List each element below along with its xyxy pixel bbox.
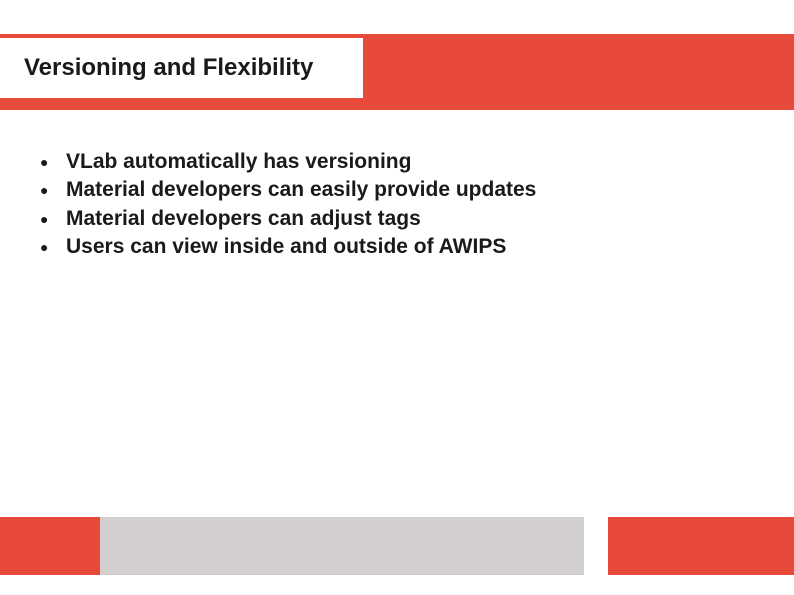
list-item: VLab automatically has versioning <box>36 148 754 176</box>
slide-content: VLab automatically has versioning Materi… <box>36 148 754 261</box>
list-item: Material developers can easily provide u… <box>36 176 754 204</box>
title-block: Versioning and Flexibility <box>0 38 363 98</box>
slide-title: Versioning and Flexibility <box>24 54 313 82</box>
list-item: Material developers can adjust tags <box>36 205 754 233</box>
list-item: Users can view inside and outside of AWI… <box>36 233 754 261</box>
footer-muted <box>100 517 584 575</box>
footer-accent-right <box>608 517 794 575</box>
bullet-list: VLab automatically has versioning Materi… <box>36 148 754 261</box>
footer-bar <box>0 517 794 575</box>
footer-gap <box>584 517 608 575</box>
header-bar: Versioning and Flexibility <box>0 34 794 110</box>
footer-accent-left <box>0 517 100 575</box>
